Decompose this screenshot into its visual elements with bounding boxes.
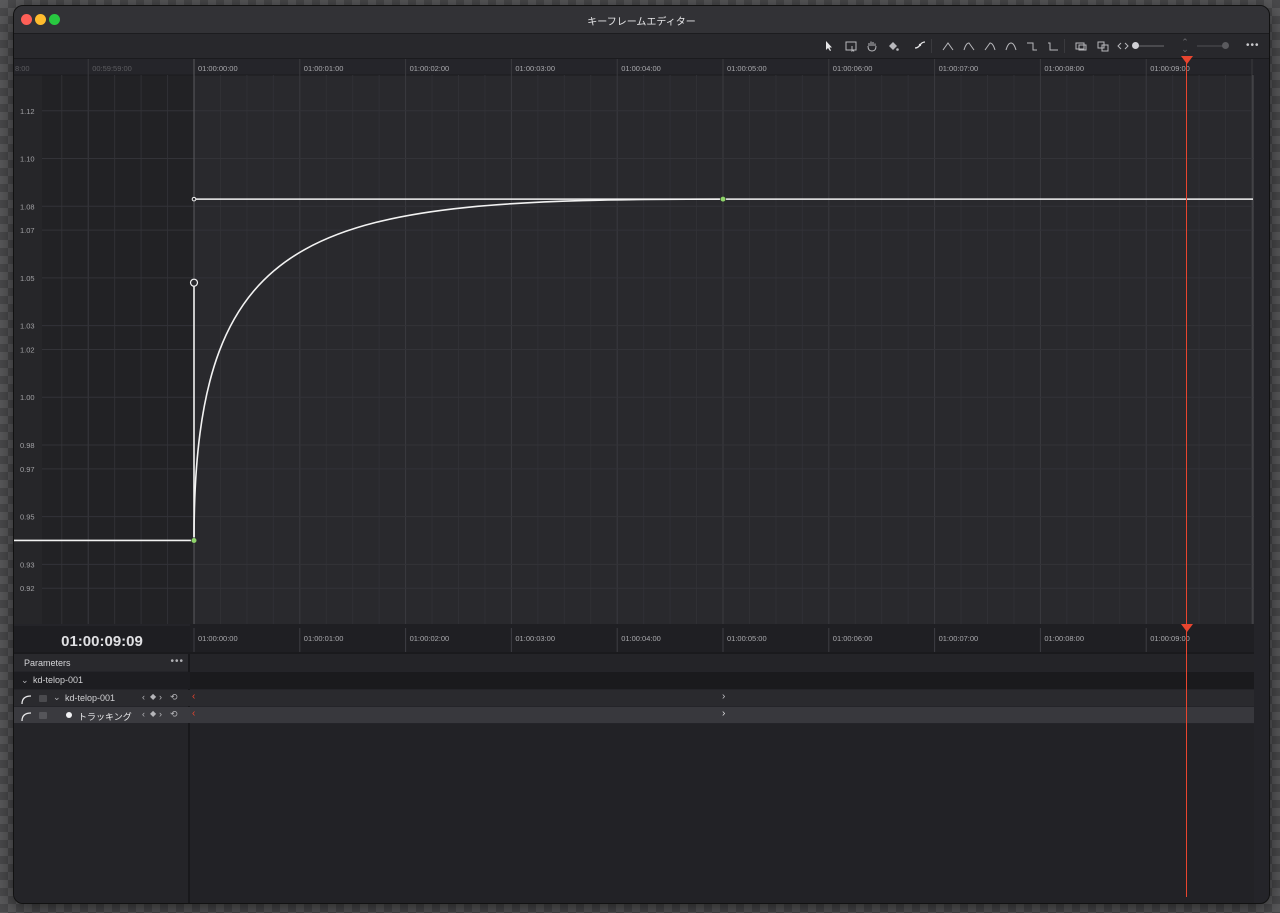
paint-bucket-icon[interactable] xyxy=(884,34,902,58)
playhead-handle-top[interactable] xyxy=(1181,56,1193,64)
parameter-label: kd-telop-001 xyxy=(65,693,116,703)
lock-icon[interactable] xyxy=(39,712,47,719)
y-tick-label: 1.08 xyxy=(20,202,35,211)
playhead-line[interactable] xyxy=(1186,59,1187,897)
vertical-zoom-slider[interactable] xyxy=(1197,42,1229,49)
y-tick-label: 1.00 xyxy=(20,393,35,402)
parameter-track: ‹ › xyxy=(190,707,1254,723)
parameter-label: トラッキング xyxy=(78,712,132,722)
pointer-icon[interactable] xyxy=(820,34,838,58)
curve-fit-icon[interactable] xyxy=(911,34,929,58)
ruler-tick-label: 01:00:04:00 xyxy=(621,634,661,643)
y-tick-label: 0.97 xyxy=(20,465,35,474)
chevron-down-icon[interactable]: ⌄ xyxy=(53,692,61,703)
ruler-tick-label: 01:00:05:00 xyxy=(727,634,767,643)
playhead-handle-bottom[interactable] xyxy=(1181,624,1193,632)
parameters-track-header xyxy=(190,654,1254,671)
x-tick-label: 01:00:03:00 xyxy=(515,64,555,73)
horizontal-zoom-slider[interactable] xyxy=(1132,42,1164,49)
add-keyframe-icon[interactable]: ◆ xyxy=(150,692,156,701)
ruler-tick-label: 01:00:02:00 xyxy=(410,634,450,643)
x-tick-label: 01:00:07:00 xyxy=(939,64,979,73)
curve-graph[interactable]: 8:00 00:59:59:00 01:00:00:00 01:00:01:00 01:… xyxy=(14,59,1254,624)
next-keyframe-icon[interactable]: › xyxy=(159,692,162,702)
keyframe-point[interactable] xyxy=(190,537,198,544)
select-region-icon[interactable] xyxy=(842,34,860,58)
bullet-icon xyxy=(66,712,72,718)
more-options-button[interactable]: ••• xyxy=(1246,40,1260,51)
parameter-row-selected[interactable]: トラッキング ‹ ◆ › ⟲ ‹ › xyxy=(14,707,1254,723)
add-keyframe-icon[interactable]: ◆ xyxy=(150,709,156,718)
y-tick-label: 1.07 xyxy=(20,226,35,235)
curve-toggle-icon[interactable] xyxy=(21,692,33,705)
parameters-empty-area xyxy=(14,724,188,903)
parameter-row[interactable]: ⌄ kd-telop-001 ‹ ◆ › ⟲ ‹ › xyxy=(14,690,1254,706)
keyframe-editor-window: キーフレームエディター ⌃ ⌄ ••• 8:00 00:59:59:00 01:00:… xyxy=(13,5,1270,904)
parameters-title: Parameters xyxy=(24,657,71,668)
y-tick-label: 1.05 xyxy=(20,274,35,283)
ease-in-out-icon[interactable] xyxy=(1002,34,1020,58)
keyframe-marker-icon[interactable]: › xyxy=(722,708,725,719)
y-tick-label: 1.03 xyxy=(20,322,35,331)
prev-keyframe-icon[interactable]: ‹ xyxy=(142,692,145,702)
ruler-tick-label: 01:00:03:00 xyxy=(515,634,555,643)
ease-out-icon[interactable] xyxy=(981,34,999,58)
linear-ease-icon[interactable] xyxy=(939,34,957,58)
y-tick-label: 1.02 xyxy=(20,346,35,355)
parameters-header: Parameters ••• xyxy=(14,654,188,671)
range-start-marker-icon[interactable]: ‹ xyxy=(192,708,195,719)
curve-toggle-icon[interactable] xyxy=(21,709,33,722)
chevron-down-icon[interactable]: ⌄ xyxy=(21,675,29,686)
window-title: キーフレームエディター xyxy=(587,17,696,28)
ruler-tick-label: 01:00:07:00 xyxy=(939,634,979,643)
keyframe-point[interactable] xyxy=(719,196,727,203)
lock-icon[interactable] xyxy=(39,695,47,702)
next-keyframe-icon[interactable]: › xyxy=(159,709,162,719)
tangent-handle[interactable] xyxy=(189,278,199,287)
group-row[interactable]: ⌄ kd-telop-001 xyxy=(14,672,1254,689)
parameter-track: ‹ › xyxy=(190,690,1254,706)
vertical-zoom-icon[interactable]: ⌃ ⌄ xyxy=(1180,38,1190,54)
hand-icon[interactable] xyxy=(863,34,881,58)
x-tick-label: 01:00:06:00 xyxy=(833,64,873,73)
reset-icon[interactable]: ⟲ xyxy=(170,709,178,720)
prev-keyframe-icon[interactable]: ‹ xyxy=(142,709,145,719)
toolbar: ⌃ ⌄ ••• xyxy=(14,34,1269,59)
tracks-empty-area xyxy=(190,724,1254,903)
x-tick-label: 01:00:04:00 xyxy=(621,64,661,73)
zoom-fit-icon[interactable] xyxy=(1114,34,1132,58)
x-tick-label: 01:00:00:00 xyxy=(198,64,238,73)
y-tick-label: 1.12 xyxy=(20,107,35,116)
ruler-tick-label: 01:00:08:00 xyxy=(1044,634,1084,643)
x-tick-label: 01:00:02:00 xyxy=(410,64,450,73)
y-tick-label: 0.92 xyxy=(20,584,35,593)
ease-in-icon[interactable] xyxy=(960,34,978,58)
x-tick-label: 8:00 xyxy=(15,64,30,73)
x-tick-label: 00:59:59:00 xyxy=(92,64,132,73)
step-out-icon[interactable] xyxy=(1044,34,1062,58)
y-tick-label: 0.98 xyxy=(20,441,35,450)
tangent-handle[interactable] xyxy=(191,196,197,202)
y-tick-label: 0.93 xyxy=(20,560,35,569)
keyframe-marker-icon[interactable]: › xyxy=(722,691,725,702)
group-track xyxy=(190,672,1254,689)
x-tick-label: 01:00:05:00 xyxy=(727,64,767,73)
ruler-tick-label: 01:00:06:00 xyxy=(833,634,873,643)
parameters-more-button[interactable]: ••• xyxy=(170,656,184,667)
ruler-tick-label: 01:00:09:00 xyxy=(1150,634,1190,643)
x-tick-label: 01:00:09:00 xyxy=(1150,64,1190,73)
group-icon[interactable] xyxy=(1094,34,1112,58)
y-tick-label: 1.10 xyxy=(20,155,35,164)
group-label: kd-telop-001 xyxy=(33,675,84,685)
y-tick-label: 0.95 xyxy=(20,513,35,522)
ruler-tick-label: 01:00:00:00 xyxy=(198,634,238,643)
title-bar: キーフレームエディター xyxy=(14,6,1269,34)
range-start-marker-icon[interactable]: ‹ xyxy=(192,691,195,702)
snap-icon[interactable] xyxy=(1072,34,1090,58)
ruler-tick-label: 01:00:01:00 xyxy=(304,634,344,643)
step-in-icon[interactable] xyxy=(1023,34,1041,58)
reset-icon[interactable]: ⟲ xyxy=(170,692,178,703)
x-tick-label: 01:00:08:00 xyxy=(1044,64,1084,73)
x-tick-label: 01:00:01:00 xyxy=(304,64,344,73)
